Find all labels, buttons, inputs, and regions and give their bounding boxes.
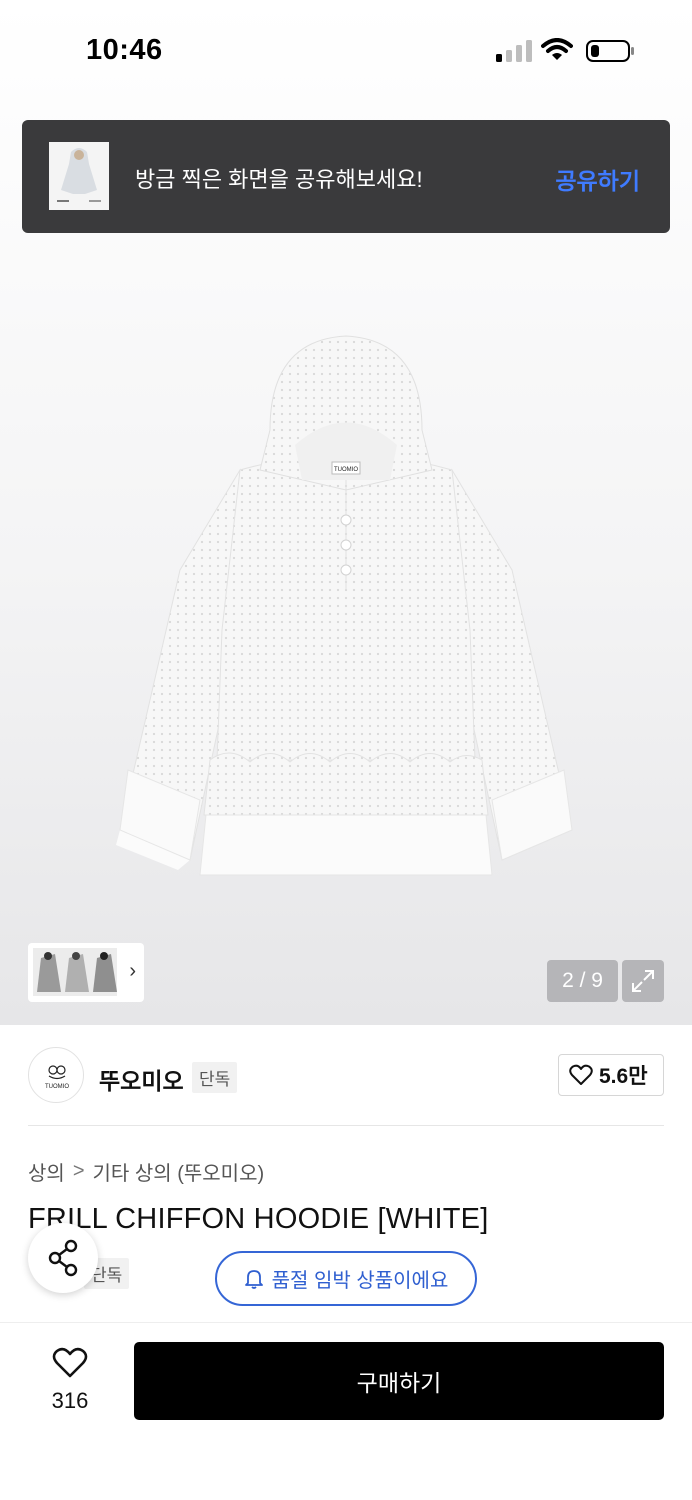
breadcrumb-subcategory[interactable]: 기타 상의 (뚜오미오) <box>93 1157 265 1186</box>
screenshot-thumbnail <box>49 142 109 210</box>
bottom-purchase-bar: 316 구매하기 <box>0 1322 692 1500</box>
brand-like-button[interactable]: 5.6만 <box>558 1054 664 1096</box>
bell-icon <box>244 1269 263 1289</box>
share-button[interactable] <box>28 1223 98 1293</box>
gallery-thumbnail-strip[interactable]: › <box>28 943 144 1002</box>
product-label: TUOMIO <box>334 467 358 473</box>
image-counter: 2 / 9 <box>547 960 618 1002</box>
product-gallery[interactable]: 10:46 방금 찍은 화면을 공유해보세요! 공유하기 TUOMIO › 2 … <box>0 0 692 1025</box>
brand-logo[interactable]: TUOMIO <box>28 1047 84 1103</box>
buy-button[interactable]: 구매하기 <box>134 1342 664 1420</box>
wifi-icon <box>541 38 573 60</box>
toast-message: 방금 찍은 화면을 공유해보세요! <box>135 167 423 192</box>
screenshot-share-toast[interactable]: 방금 찍은 화면을 공유해보세요! 공유하기 <box>22 120 670 233</box>
share-now-button[interactable]: 공유하기 <box>555 162 640 196</box>
soldout-soon-text: 품절 임박 상품이에요 <box>271 1270 449 1292</box>
breadcrumb-category[interactable]: 상의 <box>28 1157 65 1186</box>
soldout-soon-notice: 품절 임박 상품이에요 <box>215 1251 477 1306</box>
thumbnail-images[interactable] <box>33 948 117 996</box>
breadcrumb: 상의 > 기타 상의 (뚜오미오) <box>28 1157 264 1186</box>
brand-name[interactable]: 뚜오미오 <box>99 1062 184 1096</box>
status-time: 10:46 <box>86 34 163 66</box>
divider <box>28 1125 664 1126</box>
share-icon <box>48 1239 78 1277</box>
brand-row[interactable]: TUOMIO 뚜오미오 단독 5.6만 <box>0 1025 692 1125</box>
product-hoodie-image: TUOMIO <box>116 335 573 876</box>
heart-icon <box>569 1064 593 1085</box>
wishlist-count: 316 <box>51 1388 89 1413</box>
brand-logo-text: TUOMIO <box>45 1084 69 1090</box>
wishlist-button[interactable]: 316 <box>36 1347 104 1417</box>
exclusive-badge: 단독 <box>192 1062 238 1093</box>
brand-like-count: 5.6만 <box>599 1065 648 1088</box>
cellular-signal-icon <box>496 40 532 62</box>
heart-outline-icon <box>52 1347 88 1378</box>
chevron-right-icon[interactable]: › <box>129 960 136 983</box>
breadcrumb-separator: > <box>72 1160 85 1182</box>
status-bar: 10:46 <box>0 0 692 100</box>
expand-icon[interactable] <box>622 960 664 1002</box>
battery-icon <box>586 40 634 62</box>
